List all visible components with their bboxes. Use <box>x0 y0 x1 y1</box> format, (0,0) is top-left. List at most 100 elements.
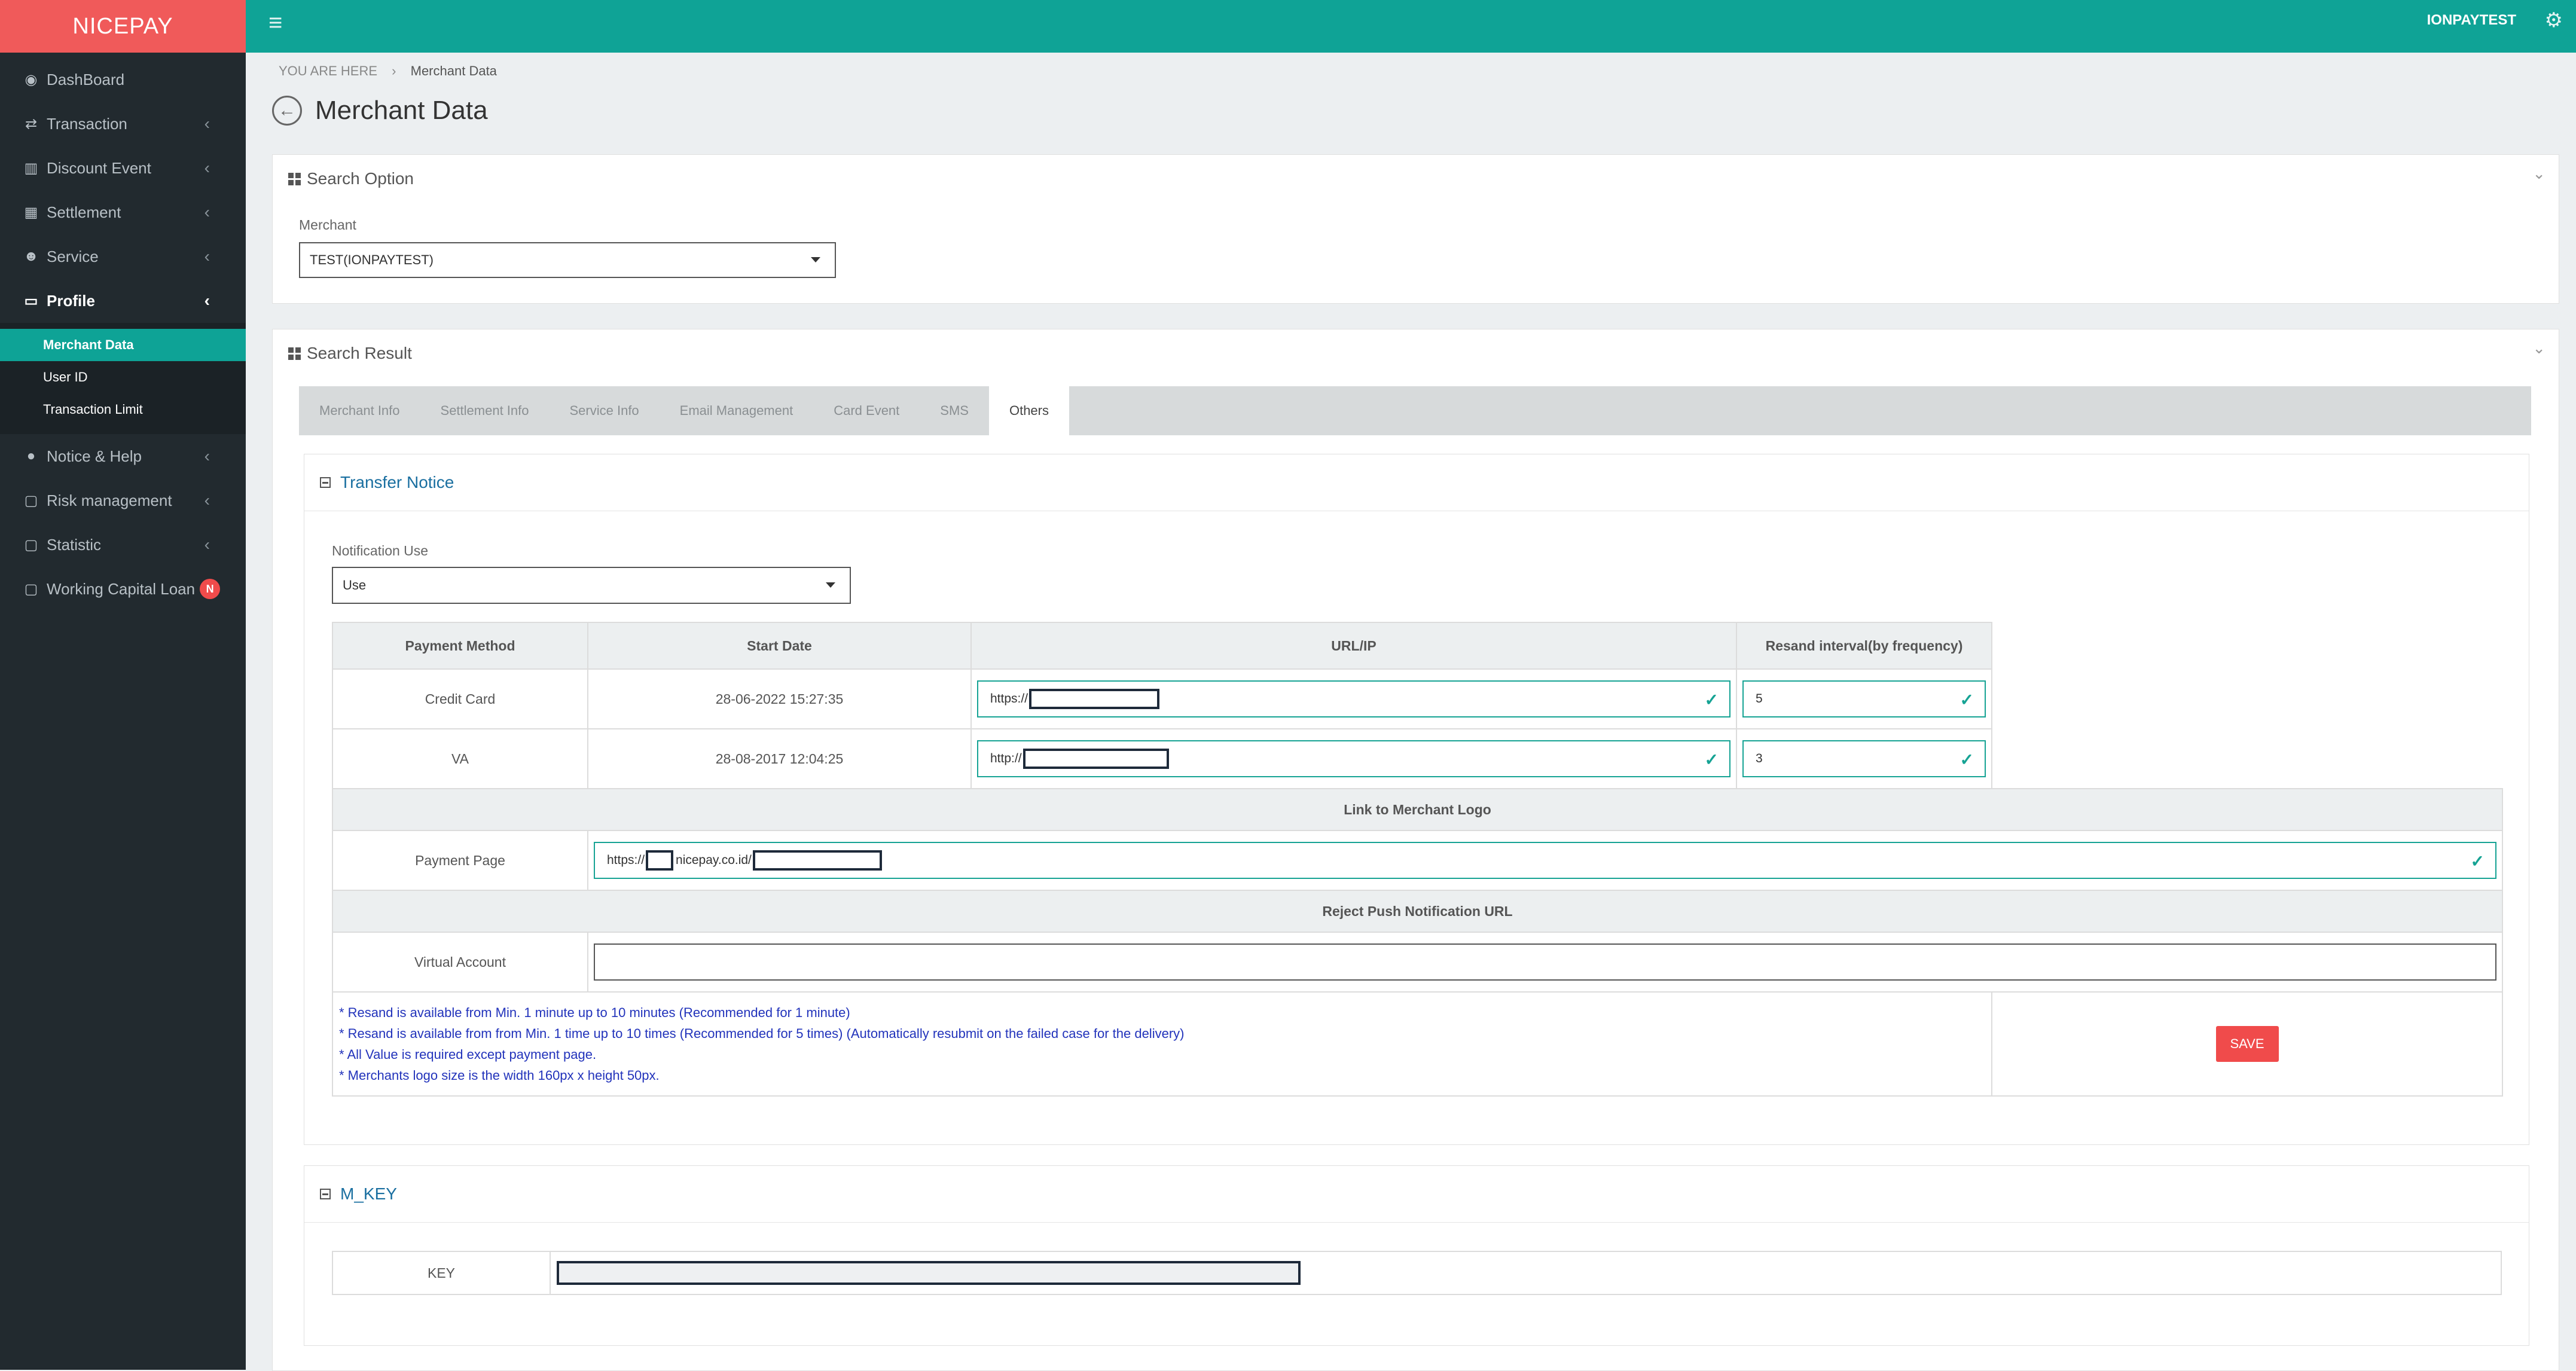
gear-icon[interactable]: ⚙ <box>2545 8 2563 32</box>
payment-page-url-input[interactable]: https:// nicepay.co.id/ ✓ <box>594 842 2496 879</box>
sidebar-item-settlement[interactable]: ▦ Settlement ‹ <box>0 190 246 234</box>
sidebar-item-profile[interactable]: ▭ Profile ‹ <box>0 279 246 323</box>
sidebar-item-label: Discount Event <box>47 158 151 177</box>
transfer-notice-panel: Transfer Notice Notification Use Use Pay… <box>304 454 2529 1145</box>
sidebar-item-working-capital-loan[interactable]: ▢ Working Capital Loan N <box>0 567 246 611</box>
sidebar-item-label: Profile <box>47 291 95 310</box>
check-icon: ✓ <box>1960 750 1974 769</box>
col-header-payment-method: Payment Method <box>332 622 588 670</box>
logo-header-row: Link to Merchant Logo <box>332 788 2503 831</box>
brand-logo[interactable]: NICEPAY <box>0 0 246 53</box>
merchant-label: Merchant <box>299 217 356 233</box>
note-line: * Merchants logo size is the width 160px… <box>339 1068 660 1083</box>
mkey-header[interactable]: M_KEY <box>304 1166 2529 1223</box>
hamburger-menu-icon[interactable]: ≡ <box>268 10 282 36</box>
sidebar-item-dashboard[interactable]: ◉ DashBoard <box>0 57 246 102</box>
sidebar-item-notice-help[interactable]: ● Notice & Help ‹ <box>0 434 246 478</box>
redacted-block <box>752 850 882 871</box>
interval-value: 5 <box>1756 692 1763 706</box>
va-interval-input[interactable]: 3 ✓ <box>1742 740 1986 777</box>
result-tabs: Merchant Info Settlement Info Service In… <box>299 386 2531 435</box>
transfer-notice-header[interactable]: Transfer Notice <box>304 454 2529 511</box>
virtual-account-input[interactable] <box>594 943 2496 981</box>
bar-chart-icon: ▥ <box>24 160 38 176</box>
breadcrumb-prefix: YOU ARE HERE <box>279 63 378 78</box>
sidebar-item-label: Transaction <box>47 114 127 133</box>
mkey-title: M_KEY <box>340 1184 397 1203</box>
start-date-cell: 28-06-2022 15:27:35 <box>587 668 972 729</box>
back-arrow-icon[interactable]: ← <box>272 96 302 126</box>
url-prefix: http:// <box>990 752 1022 765</box>
page-title-row: ← Merchant Data <box>272 96 488 126</box>
check-icon: ✓ <box>1704 750 1719 769</box>
tab-card-event[interactable]: Card Event <box>813 386 920 435</box>
collapse-chevron-icon[interactable]: ⌄ <box>2532 164 2546 183</box>
chevron-left-icon: ‹ <box>204 203 210 221</box>
collapse-chevron-icon[interactable]: ⌄ <box>2532 339 2546 358</box>
sidebar-item-service[interactable]: ☻ Service ‹ <box>0 234 246 279</box>
chevron-left-icon: ‹ <box>204 158 210 177</box>
payment-method-cell: Credit Card <box>332 668 588 729</box>
search-result-panel: Search Result ⌄ Merchant Info Settlement… <box>272 329 2559 1371</box>
va-url-input[interactable]: http:// ✓ <box>977 740 1730 777</box>
comment-icon: ● <box>26 448 36 464</box>
breadcrumb-current: Merchant Data <box>410 63 497 78</box>
url-prefix: https:// <box>607 853 645 867</box>
search-result-title: Search Result <box>307 344 412 362</box>
dashboard-icon: ◉ <box>25 71 38 88</box>
sidebar-item-transaction[interactable]: ⇄ Transaction ‹ <box>0 102 246 146</box>
sidebar-item-label: Risk management <box>47 491 172 509</box>
search-result-header: Search Result <box>288 344 412 363</box>
notification-use-select[interactable]: Use <box>332 567 851 604</box>
payment-page-label: Payment Page <box>332 830 588 891</box>
tab-merchant-info[interactable]: Merchant Info <box>299 386 420 435</box>
minus-square-icon <box>320 1189 331 1199</box>
tab-service-info[interactable]: Service Info <box>550 386 660 435</box>
sidebar-item-risk-management[interactable]: ▢ Risk management ‹ <box>0 478 246 523</box>
tab-email-management[interactable]: Email Management <box>660 386 814 435</box>
user-name[interactable]: IONPAYTEST <box>2427 12 2516 29</box>
reject-push-notification-header: Reject Push Notification URL <box>332 890 2503 933</box>
payment-page-domain: nicepay.co.id/ <box>676 853 752 867</box>
sidebar-item-label: Notice & Help <box>47 447 142 465</box>
interval-value: 3 <box>1756 752 1763 765</box>
search-option-panel: Search Option ⌄ Merchant TEST(IONPAYTEST… <box>272 154 2559 304</box>
chevron-left-icon: ‹ <box>204 247 210 265</box>
key-row: KEY <box>332 1251 2502 1295</box>
users-icon: ☻ <box>23 248 39 264</box>
notes-row: * Resand is available from Min. 1 minute… <box>332 991 2503 1097</box>
sidebar-item-label: Statistic <box>47 535 102 554</box>
table-row: Payment Page https:// nicepay.co.id/ ✓ <box>332 830 2503 891</box>
new-badge: N <box>200 579 221 599</box>
merchant-select-value: TEST(IONPAYTEST) <box>310 252 434 267</box>
sidebar-item-statistic[interactable]: ▢ Statistic ‹ <box>0 523 246 567</box>
save-button[interactable]: SAVE <box>2215 1026 2279 1062</box>
redacted-block <box>1023 749 1169 769</box>
credit-card-interval-input[interactable]: 5 ✓ <box>1742 680 1986 717</box>
payment-method-cell: VA <box>332 728 588 789</box>
sidebar-subitem-merchant-data[interactable]: Merchant Data <box>0 329 246 361</box>
transfer-notice-title: Transfer Notice <box>340 473 454 491</box>
search-option-header: Search Option <box>288 169 414 188</box>
sidebar-item-label: Service <box>47 247 99 265</box>
notes-cell: * Resand is available from Min. 1 minute… <box>332 991 1992 1097</box>
tab-settlement-info[interactable]: Settlement Info <box>420 386 550 435</box>
reject-header-row: Reject Push Notification URL <box>332 890 2503 933</box>
credit-card-url-input[interactable]: https:// ✓ <box>977 680 1730 717</box>
tab-sms[interactable]: SMS <box>920 386 989 435</box>
notification-use-value: Use <box>343 578 367 593</box>
folder-icon: ▢ <box>24 536 38 553</box>
grid-icon <box>288 172 301 185</box>
merchant-select[interactable]: TEST(IONPAYTEST) <box>299 242 836 278</box>
key-value-field[interactable] <box>557 1261 1301 1285</box>
col-header-url-ip: URL/IP <box>970 622 1737 670</box>
sidebar-subitem-transaction-limit[interactable]: Transaction Limit <box>0 393 246 426</box>
tab-others[interactable]: Others <box>988 386 1069 435</box>
search-option-title: Search Option <box>307 169 414 188</box>
redacted-block <box>646 850 674 871</box>
topbar: ≡ IONPAYTEST ⚙ <box>246 0 2576 53</box>
table-row: Credit Card 28-06-2022 15:27:35 https://… <box>332 668 2502 729</box>
profile-submenu: Merchant Data User ID Transaction Limit <box>0 323 246 434</box>
sidebar-item-discount-event[interactable]: ▥ Discount Event ‹ <box>0 146 246 190</box>
sidebar-subitem-user-id[interactable]: User ID <box>0 361 246 393</box>
